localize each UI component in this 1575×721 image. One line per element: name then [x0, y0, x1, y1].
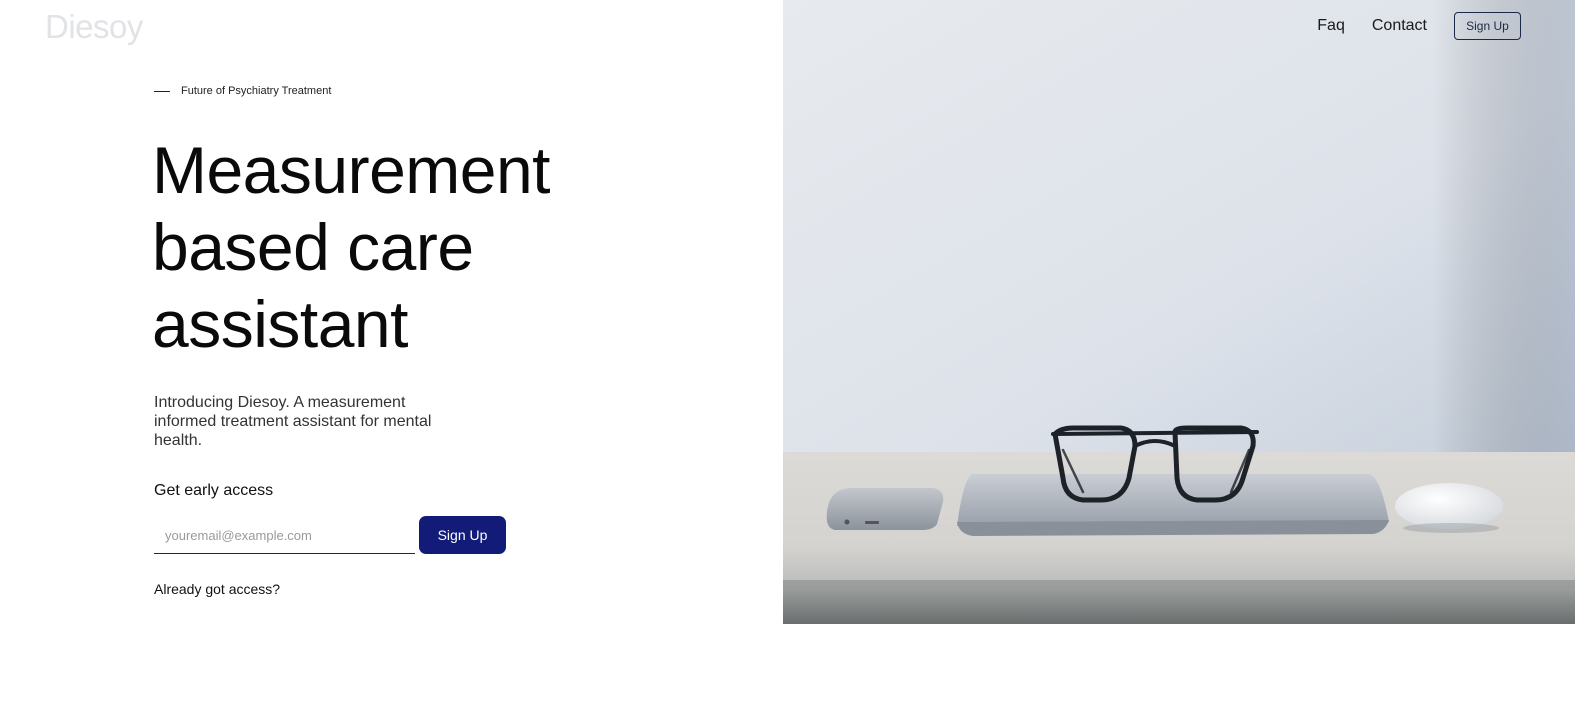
nav-signup-button[interactable]: Sign Up — [1454, 12, 1521, 40]
already-access-link[interactable]: Already got access? — [154, 581, 280, 597]
signup-button[interactable]: Sign Up — [419, 516, 506, 554]
intro-text: Introducing Diesoy. A measurement inform… — [154, 394, 432, 449]
headline-line-2: based care — [152, 210, 474, 284]
nav-link-contact[interactable]: Contact — [1372, 17, 1427, 35]
hero-photo — [783, 0, 1575, 624]
early-access-label: Get early access — [154, 482, 274, 499]
page-title: Measurement based care assistant — [152, 132, 551, 363]
headline-line-1: Measurement — [152, 133, 551, 207]
eyebrow-text: Future of Psychiatry Treatment — [181, 85, 332, 97]
eyebrow-divider — [154, 90, 170, 92]
headline-line-3: assistant — [152, 287, 408, 361]
email-field[interactable] — [154, 518, 415, 554]
brand-logo[interactable]: Diesoy — [45, 8, 143, 46]
eyebrow: Future of Psychiatry Treatment — [154, 85, 331, 97]
desk-photo-icon — [783, 0, 1575, 624]
top-nav: Faq Contact Sign Up — [1317, 12, 1521, 40]
nav-link-faq[interactable]: Faq — [1317, 17, 1345, 35]
